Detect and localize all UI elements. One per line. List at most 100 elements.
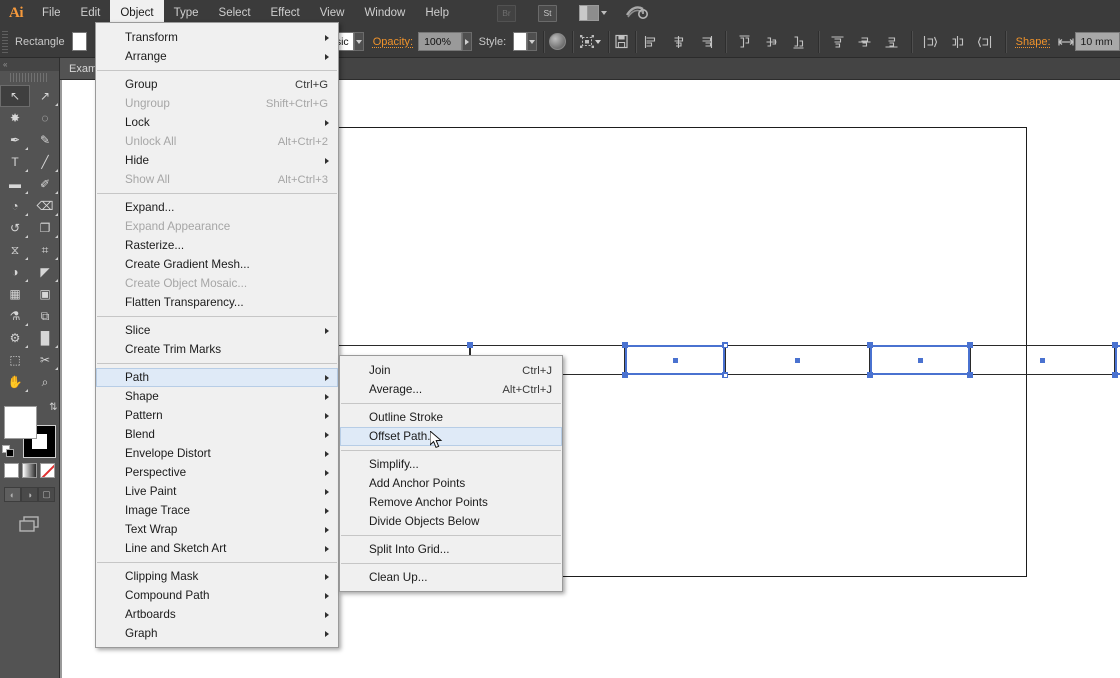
shape-size-input[interactable]: 10 mm <box>1075 32 1120 51</box>
control-bar-grip[interactable] <box>2 31 8 53</box>
stroke-profile-dropdown-button[interactable] <box>354 32 364 51</box>
align-middle-vertical-icon[interactable] <box>855 32 875 52</box>
scale-tool[interactable]: ❐ <box>30 217 60 239</box>
menu-item-text-wrap[interactable]: Text Wrap <box>96 520 338 539</box>
align-top-distribute-icon[interactable] <box>735 32 755 52</box>
rectangle-tool[interactable]: ▬ <box>0 173 30 195</box>
draw-normal-icon[interactable]: ◐ <box>4 487 21 502</box>
tools-panel-header[interactable]: « <box>0 58 59 71</box>
stock-icon[interactable]: St <box>538 5 557 22</box>
menu-item-compound-path[interactable]: Compound Path <box>96 586 338 605</box>
blend-tool[interactable]: ⧉ <box>30 305 60 327</box>
direct-selection-tool[interactable]: ↗ <box>30 85 60 107</box>
magic-wand-tool[interactable]: ✸ <box>0 107 30 129</box>
gradient-tool[interactable]: ▣ <box>30 283 60 305</box>
mesh-tool[interactable]: ▦ <box>0 283 30 305</box>
transform-icon[interactable] <box>579 32 595 52</box>
artboard-tool[interactable]: ⬚ <box>0 349 30 371</box>
screen-mode-icon[interactable] <box>0 514 59 534</box>
opacity-dropdown-button[interactable] <box>462 32 471 51</box>
hand-tool[interactable]: ✋ <box>0 371 30 393</box>
menu-item-rasterize[interactable]: Rasterize... <box>96 236 338 255</box>
menu-item-slice[interactable]: Slice <box>96 321 338 340</box>
menu-item-arrange[interactable]: Arrange <box>96 47 338 66</box>
document-setup-icon[interactable] <box>614 32 629 52</box>
menu-item-transform[interactable]: Transform <box>96 28 338 47</box>
menu-item-envelope-distort[interactable]: Envelope Distort <box>96 444 338 463</box>
align-top-icon[interactable] <box>828 32 848 52</box>
shape-builder-tool[interactable]: ◑ <box>0 261 30 283</box>
opacity-label[interactable]: Opacity: <box>364 36 418 48</box>
shape-label[interactable]: Shape: <box>1012 36 1057 48</box>
menu-item-flatten-transparency[interactable]: Flatten Transparency... <box>96 293 338 312</box>
free-transform-tool[interactable]: ⌗ <box>30 239 60 261</box>
align-right-icon[interactable] <box>696 32 716 52</box>
menu-item-clean-up[interactable]: Clean Up... <box>340 568 562 587</box>
menu-file[interactable]: File <box>32 0 71 26</box>
menu-help[interactable]: Help <box>415 0 459 26</box>
zoom-tool[interactable]: ⌕ <box>30 371 60 393</box>
selection-tool[interactable]: ↖ <box>0 85 30 107</box>
align-center-horizontal-icon[interactable] <box>669 32 689 52</box>
menu-item-graph[interactable]: Graph <box>96 624 338 643</box>
menu-item-blend[interactable]: Blend <box>96 425 338 444</box>
anchor-point[interactable] <box>867 342 873 348</box>
none-fill-icon[interactable] <box>40 463 55 478</box>
menu-item-image-trace[interactable]: Image Trace <box>96 501 338 520</box>
menu-item-clipping-mask[interactable]: Clipping Mask <box>96 567 338 586</box>
pen-tool[interactable]: ✒ <box>0 129 30 151</box>
distribute-right-icon[interactable] <box>975 32 995 52</box>
menu-window[interactable]: Window <box>354 0 415 26</box>
distribute-left-icon[interactable] <box>921 32 941 52</box>
opacity-input[interactable]: 100% <box>418 32 462 51</box>
color-fill-icon[interactable] <box>4 463 19 478</box>
width-tool[interactable]: ⧖ <box>0 239 30 261</box>
perspective-grid-tool[interactable]: ◤ <box>30 261 60 283</box>
menu-item-split-into-grid[interactable]: Split Into Grid... <box>340 540 562 559</box>
arrange-documents-icon[interactable] <box>579 5 607 21</box>
menu-item-outline-stroke[interactable]: Outline Stroke <box>340 408 562 427</box>
eraser-tool[interactable]: ⌫ <box>30 195 60 217</box>
menu-item-average[interactable]: Average...Alt+Ctrl+J <box>340 380 562 399</box>
menu-item-shape[interactable]: Shape <box>96 387 338 406</box>
menu-item-live-paint[interactable]: Live Paint <box>96 482 338 501</box>
menu-item-join[interactable]: JoinCtrl+J <box>340 361 562 380</box>
menu-item-pattern[interactable]: Pattern <box>96 406 338 425</box>
anchor-point[interactable] <box>622 342 628 348</box>
anchor-point[interactable] <box>867 372 873 378</box>
style-dropdown-button[interactable] <box>527 32 537 51</box>
paintbrush-tool[interactable]: ✐ <box>30 173 60 195</box>
distribute-center-icon[interactable] <box>948 32 968 52</box>
menu-item-path[interactable]: Path <box>96 368 338 387</box>
transform-dropdown-button[interactable] <box>595 32 602 51</box>
shaper-tool[interactable]: ◔ <box>0 195 30 217</box>
eyedropper-tool[interactable]: ⚗ <box>0 305 30 327</box>
bridge-icon[interactable]: Br <box>497 5 516 22</box>
menu-item-perspective[interactable]: Perspective <box>96 463 338 482</box>
anchor-point[interactable] <box>967 342 973 348</box>
selected-path[interactable] <box>1115 345 1120 375</box>
menu-item-lock[interactable]: Lock <box>96 113 338 132</box>
tools-panel-grip[interactable] <box>10 73 49 82</box>
fill-swatch[interactable] <box>4 406 37 439</box>
align-bottom-icon[interactable] <box>882 32 902 52</box>
anchor-point[interactable] <box>1112 342 1118 348</box>
menu-item-divide-objects-below[interactable]: Divide Objects Below <box>340 512 562 531</box>
type-tool[interactable]: T <box>0 151 30 173</box>
anchor-point[interactable] <box>967 372 973 378</box>
menu-item-expand[interactable]: Expand... <box>96 198 338 217</box>
menu-item-offset-path[interactable]: Offset Path... <box>340 427 562 446</box>
menu-item-artboards[interactable]: Artboards <box>96 605 338 624</box>
align-left-icon[interactable] <box>642 32 662 52</box>
menu-item-create-gradient-mesh[interactable]: Create Gradient Mesh... <box>96 255 338 274</box>
align-middle-distribute-icon[interactable] <box>762 32 782 52</box>
bounding-box-handle[interactable] <box>723 343 728 348</box>
menu-item-simplify[interactable]: Simplify... <box>340 455 562 474</box>
workspace-switcher-icon[interactable] <box>625 4 649 22</box>
menu-item-line-and-sketch-art[interactable]: Line and Sketch Art <box>96 539 338 558</box>
menu-item-remove-anchor-points[interactable]: Remove Anchor Points <box>340 493 562 512</box>
swap-fill-stroke-icon[interactable]: ⇅ <box>49 402 57 413</box>
menu-item-create-trim-marks[interactable]: Create Trim Marks <box>96 340 338 359</box>
menu-item-group[interactable]: GroupCtrl+G <box>96 75 338 94</box>
align-bottom-distribute-icon[interactable] <box>789 32 809 52</box>
